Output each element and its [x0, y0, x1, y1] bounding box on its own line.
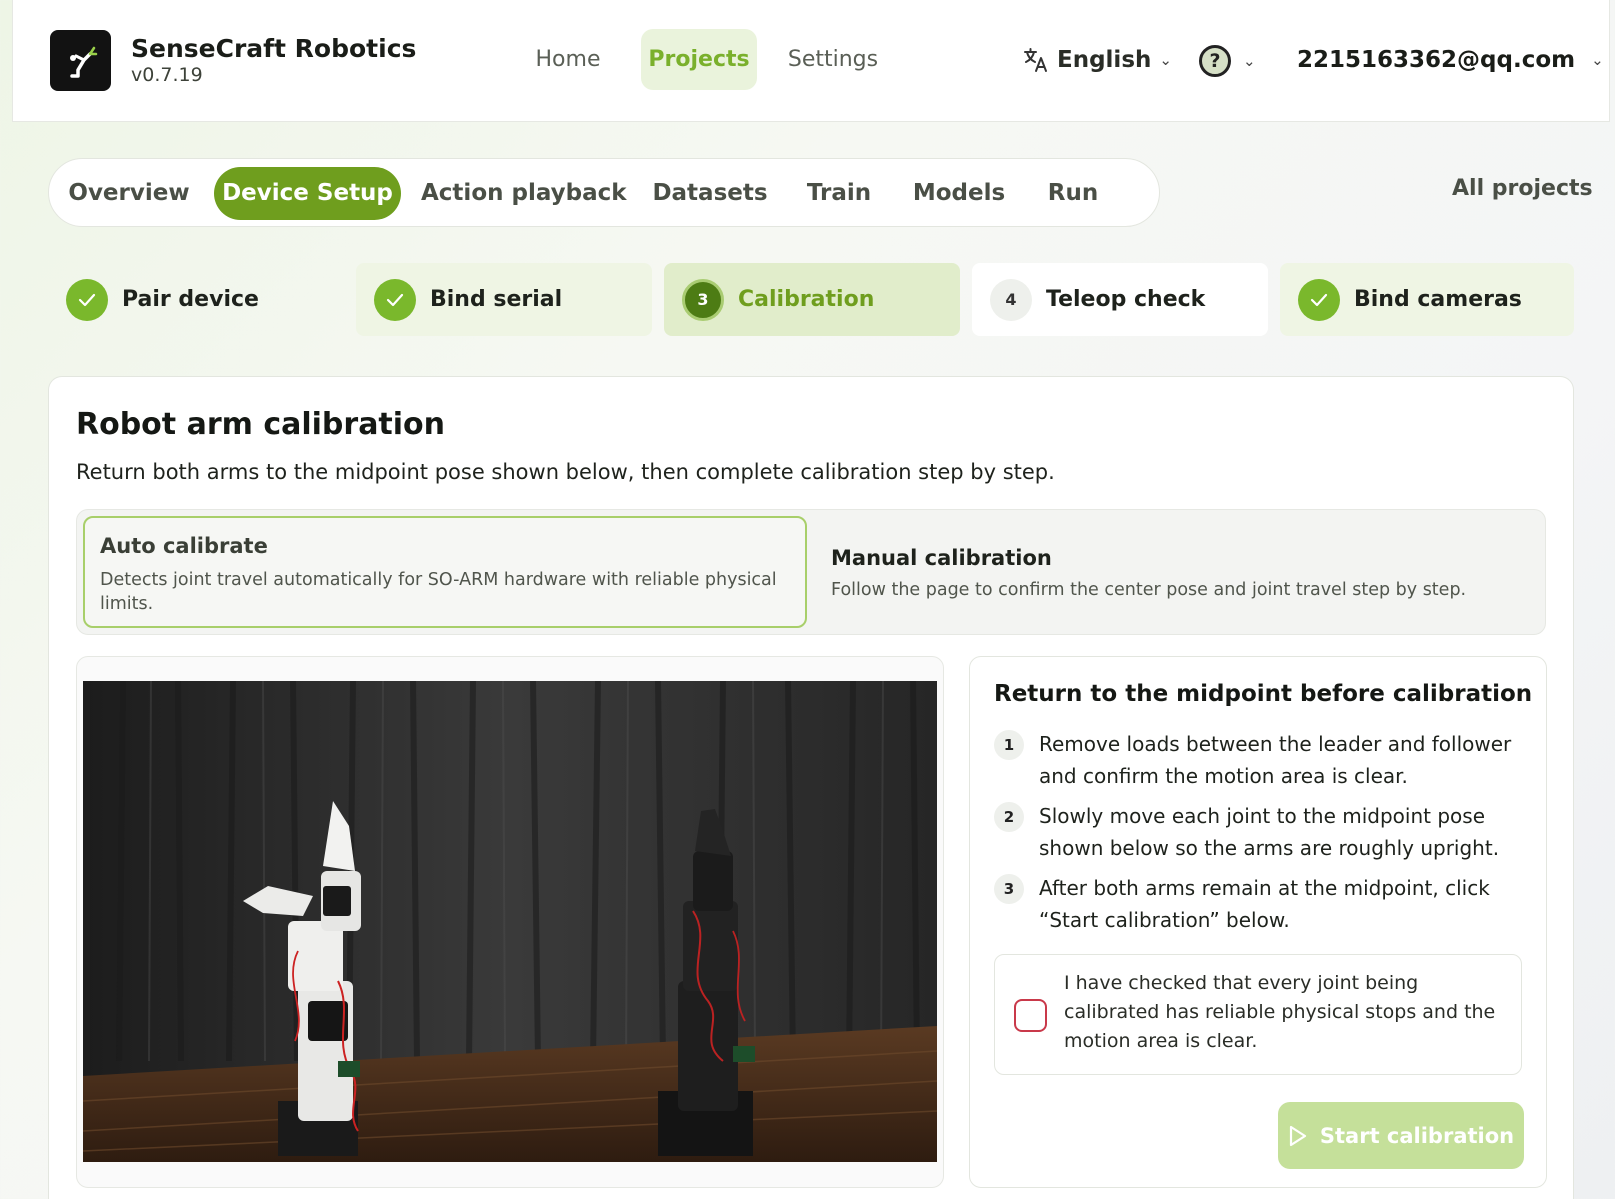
start-calibration-label: Start calibration — [1319, 1123, 1515, 1148]
app-version: v0.7.19 — [131, 64, 203, 86]
translate-icon — [1024, 48, 1047, 72]
account-menu[interactable]: 2215163362@qq.com ⌄ — [1297, 40, 1604, 80]
safety-confirm-checkbox[interactable] — [1014, 999, 1047, 1032]
step-number-badge: 3 — [682, 278, 724, 321]
chevron-down-icon: ⌄ — [1159, 51, 1172, 69]
help-icon: ? — [1199, 45, 1231, 77]
safety-confirm-label: I have checked that every joint being ca… — [1064, 972, 1496, 1052]
page-title: Robot arm calibration — [76, 407, 446, 442]
top-bar: SenseCraft Robotics v0.7.19 Home Project… — [12, 0, 1610, 122]
start-calibration-button[interactable]: Start calibration — [1278, 1102, 1524, 1169]
step-number-badge: 3 — [994, 874, 1024, 904]
instruction-text: After both arms remain at the midpoint, … — [1039, 876, 1490, 932]
tab-action-playback[interactable]: Action playback — [421, 167, 627, 220]
step-calibration[interactable]: 3 Calibration — [664, 263, 960, 336]
step-number-badge: 4 — [990, 278, 1032, 321]
step-pair-device[interactable]: Pair device — [48, 263, 336, 336]
mode-description: Follow the page to confirm the center po… — [831, 580, 1467, 600]
step-label: Pair device — [122, 287, 259, 312]
tab-datasets[interactable]: Datasets — [651, 167, 769, 220]
instruction-step: 3 After both arms remain at the midpoint… — [994, 872, 1514, 940]
step-bind-serial[interactable]: Bind serial — [356, 263, 652, 336]
help-menu[interactable]: ? ⌄ — [1199, 41, 1256, 81]
step-label: Teleop check — [1046, 287, 1206, 312]
step-number-badge: 1 — [994, 730, 1024, 760]
language-label: English — [1057, 47, 1152, 73]
page-description: Return both arms to the midpoint pose sh… — [76, 460, 1055, 484]
safety-confirmation: I have checked that every joint being ca… — [994, 954, 1522, 1075]
nav-projects[interactable]: Projects — [641, 29, 757, 90]
calibration-mode-selector: Auto calibrate Detects joint travel auto… — [76, 509, 1546, 635]
instruction-text: Slowly move each joint to the midpoint p… — [1039, 804, 1500, 860]
step-label: Calibration — [738, 287, 875, 312]
mode-auto-calibrate[interactable]: Auto calibrate Detects joint travel auto… — [83, 516, 807, 628]
tab-train[interactable]: Train — [797, 167, 881, 220]
nav-home[interactable]: Home — [533, 29, 603, 90]
nav-settings[interactable]: Settings — [783, 29, 883, 90]
account-email: 2215163362@qq.com — [1297, 47, 1576, 73]
mode-description: Detects joint travel automatically for S… — [100, 570, 777, 614]
chevron-down-icon: ⌄ — [1243, 52, 1256, 70]
tab-run[interactable]: Run — [1036, 167, 1110, 220]
step-bind-cameras[interactable]: Bind cameras — [1280, 263, 1574, 336]
language-selector[interactable]: English ⌄ — [1023, 40, 1172, 80]
all-projects-link[interactable]: All projects — [1452, 176, 1593, 201]
reference-video-panel — [76, 656, 944, 1188]
step-label: Bind cameras — [1354, 287, 1522, 312]
instructions-title: Return to the midpoint before calibratio… — [994, 681, 1533, 707]
app-logo[interactable] — [50, 30, 111, 91]
midpoint-pose-video[interactable] — [83, 681, 937, 1162]
tab-overview[interactable]: Overview — [59, 167, 199, 220]
tab-models[interactable]: Models — [907, 167, 1011, 220]
instruction-text: Remove loads between the leader and foll… — [1039, 732, 1512, 788]
robot-arms-image — [83, 681, 937, 1162]
check-icon — [1298, 278, 1340, 321]
chevron-down-icon: ⌄ — [1591, 51, 1604, 69]
check-icon — [374, 278, 416, 321]
brand-name: SenseCraft Robotics — [131, 34, 417, 63]
midpoint-instructions-panel: Return to the midpoint before calibratio… — [969, 656, 1547, 1188]
step-number-badge: 2 — [994, 802, 1024, 832]
mode-manual-calibration[interactable]: Manual calibration Follow the page to co… — [831, 516, 1531, 628]
calibration-card: Robot arm calibration Return both arms t… — [48, 376, 1574, 1199]
robot-arm-logo-icon — [70, 46, 98, 78]
step-label: Bind serial — [430, 287, 563, 312]
step-teleop-check[interactable]: 4 Teleop check — [972, 263, 1268, 336]
mode-title: Auto calibrate — [100, 534, 268, 558]
check-icon — [66, 278, 108, 321]
instruction-step: 1 Remove loads between the leader and fo… — [994, 728, 1514, 796]
project-tabs: Overview Device Setup Action playback Da… — [48, 158, 1160, 227]
tab-device-setup[interactable]: Device Setup — [214, 167, 401, 220]
instruction-step: 2 Slowly move each joint to the midpoint… — [994, 800, 1514, 868]
mode-title: Manual calibration — [831, 546, 1052, 570]
play-icon — [1289, 1125, 1306, 1146]
